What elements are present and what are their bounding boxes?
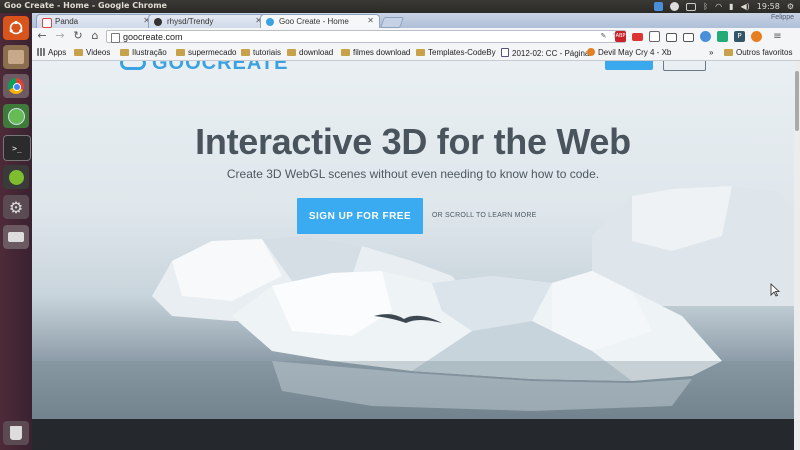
- iceberg-scene: [32, 186, 794, 421]
- menu-icon[interactable]: ≡: [772, 31, 783, 42]
- tab-strip: Panda ✕ rhysd/Trendy ✕ Goo Create - Home…: [32, 13, 800, 28]
- tab-label: Panda: [55, 17, 79, 26]
- bookmark-folder[interactable]: Videos: [74, 48, 110, 57]
- trash-icon[interactable]: [3, 421, 29, 445]
- folder-icon: [724, 49, 733, 56]
- bookmark-folder[interactable]: supermecado: [176, 48, 236, 57]
- folder-icon: [176, 49, 185, 56]
- bookmark-page[interactable]: 2012-02: CC - Página: [501, 48, 589, 58]
- back-icon[interactable]: ←: [36, 30, 48, 42]
- mail-icon[interactable]: [686, 2, 697, 11]
- browser-globe-icon[interactable]: [3, 104, 29, 128]
- bookmark-folder[interactable]: filmes download: [341, 48, 410, 57]
- screen-icon[interactable]: [683, 33, 694, 42]
- cast-icon[interactable]: [666, 33, 677, 42]
- page-icon: [111, 33, 120, 43]
- address-bar[interactable]: goocreate.com ☆: [106, 30, 626, 43]
- browser-toolbar: ← → ↻ ⌂ goocreate.com ☆ ✎ ABP P ≡: [32, 28, 800, 46]
- mouse-cursor-icon: [770, 283, 780, 297]
- next-section-band: [32, 419, 794, 450]
- signup-button[interactable]: SIGN UP FOR FREE: [297, 198, 423, 234]
- bookmark-folder[interactable]: Ilustração: [120, 48, 167, 57]
- unity-launcher: >_ ⚙: [0, 13, 33, 450]
- folder-icon: [241, 49, 250, 56]
- bookmark-folder[interactable]: tutoriais: [241, 48, 281, 57]
- folder-icon: [74, 49, 83, 56]
- tab-label: Goo Create - Home: [279, 17, 349, 26]
- system-settings-icon[interactable]: ⚙: [3, 195, 29, 219]
- folder-icon: [416, 49, 425, 56]
- close-tab-icon[interactable]: ✕: [367, 16, 374, 25]
- bookmark-folder[interactable]: Outros favoritos: [724, 48, 792, 57]
- page-icon: [501, 48, 509, 57]
- wifi-icon[interactable]: ◠: [715, 2, 722, 11]
- hero-subheadline: Create 3D WebGL scenes without even need…: [226, 167, 600, 181]
- fox-icon[interactable]: [751, 31, 762, 42]
- files-icon[interactable]: [3, 45, 29, 69]
- abp-icon[interactable]: ABP: [615, 31, 626, 42]
- settings-gear-icon[interactable]: ⚙: [787, 2, 794, 11]
- bluetooth-icon[interactable]: ᛒ: [703, 2, 708, 11]
- goo-logo-icon: [120, 61, 146, 70]
- keep-icon[interactable]: [717, 31, 728, 42]
- nav-login-button[interactable]: [663, 61, 706, 71]
- goo-icon: [266, 18, 274, 26]
- home-icon[interactable]: ⌂: [89, 30, 101, 42]
- bookmark-apps[interactable]: Apps: [37, 48, 66, 57]
- folder-icon: [120, 49, 129, 56]
- bookmarks-overflow-button[interactable]: »: [709, 48, 713, 57]
- page-scrollbar[interactable]: [794, 61, 800, 450]
- terminal-icon[interactable]: >_: [3, 135, 31, 161]
- hangouts-icon[interactable]: [649, 31, 660, 42]
- bookmarks-bar: Apps Videos Ilustração supermecado tutor…: [32, 46, 800, 61]
- tab-trendy[interactable]: rhysd/Trendy ✕: [148, 14, 268, 28]
- clock[interactable]: 19:58: [757, 2, 780, 11]
- tab-panda[interactable]: Panda ✕: [36, 14, 156, 28]
- tab-goo-create[interactable]: Goo Create - Home ✕: [260, 14, 380, 28]
- volume-icon[interactable]: ◀): [740, 2, 749, 11]
- reload-icon[interactable]: ↻: [72, 30, 84, 42]
- folder-icon: [287, 49, 296, 56]
- flag-icon[interactable]: [632, 33, 643, 41]
- url-text: goocreate.com: [123, 32, 183, 42]
- chrome-tray-icon[interactable]: [670, 2, 680, 11]
- ubuntu-home-icon[interactable]: [3, 16, 29, 40]
- profile-button[interactable]: Felippe: [771, 14, 794, 21]
- forward-icon[interactable]: →: [54, 30, 66, 42]
- system-top-panel: Goo Create - Home - Google Chrome ᛒ ◠ ▮ …: [0, 0, 800, 13]
- chrome-launcher-icon[interactable]: [3, 74, 29, 98]
- tab-label: rhysd/Trendy: [167, 17, 214, 26]
- dropbox-icon[interactable]: [654, 2, 664, 11]
- gmail-icon: [42, 18, 52, 28]
- cloud-icon[interactable]: [700, 31, 711, 42]
- battery-icon[interactable]: ▮: [729, 2, 733, 11]
- scrollbar-thumb[interactable]: [795, 71, 799, 131]
- github-icon: [154, 18, 162, 26]
- new-tab-button[interactable]: [379, 17, 405, 28]
- folder-icon: [341, 49, 350, 56]
- bookmark-page[interactable]: Devil May Cry 4 - Xb: [587, 48, 671, 57]
- bookmark-folder[interactable]: Templates-CodeBy: [416, 48, 496, 57]
- hero-headline: Interactive 3D for the Web: [195, 121, 631, 162]
- bookmark-folder[interactable]: download: [287, 48, 333, 57]
- p-icon[interactable]: P: [734, 31, 745, 42]
- system-tray: ᛒ ◠ ▮ ◀) 19:58 ⚙: [654, 0, 794, 13]
- apps-grid-icon: [37, 48, 45, 56]
- scroll-to-learn-more-link[interactable]: OR SCROLL TO LEARN MORE: [432, 212, 536, 219]
- fox-icon: [587, 48, 595, 56]
- window-title: Goo Create - Home - Google Chrome: [4, 1, 167, 10]
- spotify-icon[interactable]: [3, 165, 29, 189]
- dropper-icon[interactable]: ✎: [598, 31, 609, 42]
- goo-create-logo[interactable]: GOOCREATE: [120, 61, 288, 75]
- drive-icon[interactable]: [3, 225, 29, 249]
- nav-signup-button[interactable]: [605, 61, 653, 70]
- web-page: GOOCREATE Interactive 3D for the Web Cre…: [32, 61, 794, 450]
